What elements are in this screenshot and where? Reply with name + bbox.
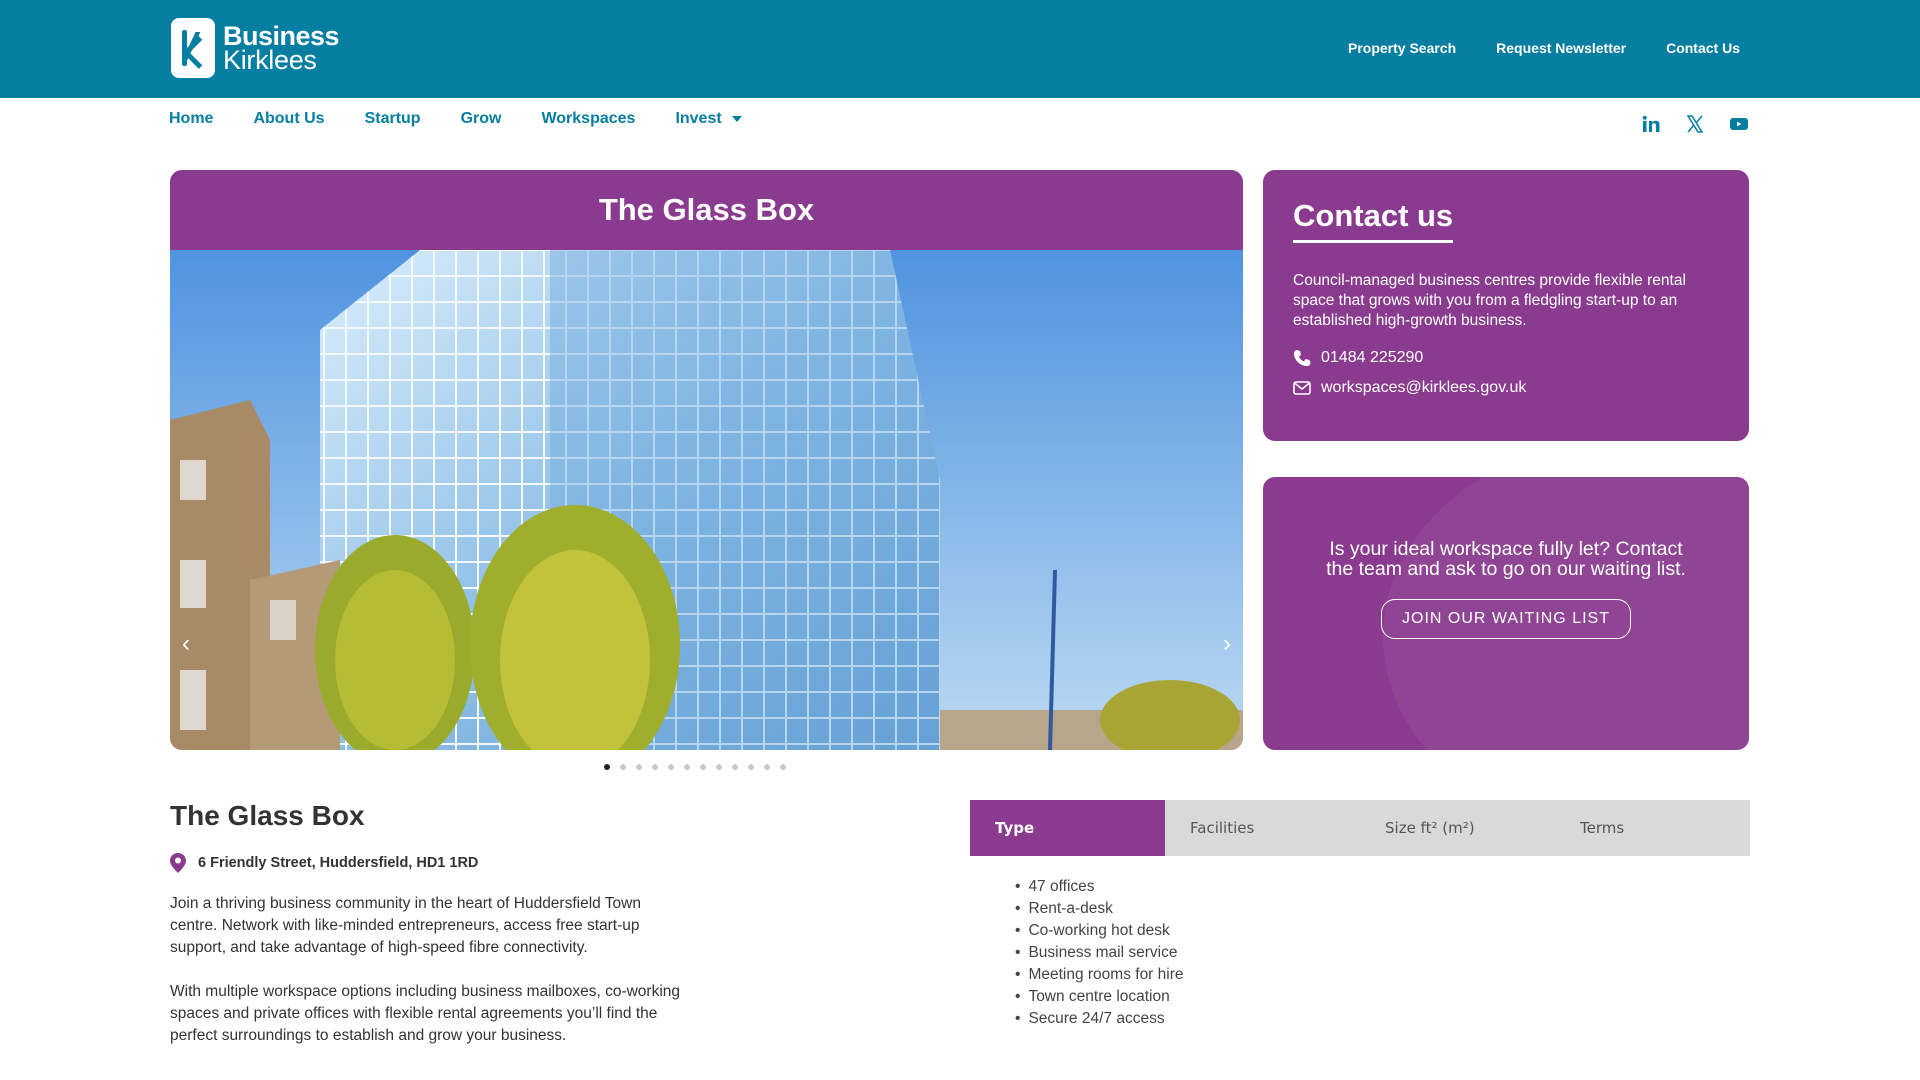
linkedin-icon[interactable] bbox=[1642, 115, 1660, 138]
contact-card: Contact us Council-managed business cent… bbox=[1263, 170, 1749, 441]
contact-us-link[interactable]: Contact Us bbox=[1666, 40, 1740, 56]
slider-dot[interactable] bbox=[764, 764, 770, 770]
slider-dot[interactable] bbox=[668, 764, 674, 770]
slider-dot[interactable] bbox=[636, 764, 642, 770]
list-item: Co-working hot desk bbox=[1015, 920, 1184, 942]
waiting-list-card: Is your ideal workspace fully let? Conta… bbox=[1263, 477, 1749, 750]
site-header: Business Kirklees Property Search Reques… bbox=[0, 0, 1920, 98]
tab-facilities[interactable]: Facilities bbox=[1165, 800, 1360, 856]
main-nav: Home About Us Startup Grow Workspaces In… bbox=[169, 110, 742, 128]
list-item: Business mail service bbox=[1015, 942, 1184, 964]
tab-type[interactable]: Type bbox=[970, 800, 1165, 856]
envelope-icon bbox=[1293, 381, 1311, 395]
location-pin-icon bbox=[170, 853, 186, 873]
hero-prev-arrow-icon[interactable]: ‹ bbox=[182, 630, 190, 658]
join-waiting-list-button[interactable]: JOIN OUR WAITING LIST bbox=[1381, 599, 1631, 639]
slider-dot[interactable] bbox=[700, 764, 706, 770]
contact-phone-row[interactable]: 01484 225290 bbox=[1293, 349, 1719, 367]
slider-dot[interactable] bbox=[620, 764, 626, 770]
list-item: Secure 24/7 access bbox=[1015, 1008, 1184, 1030]
type-feature-list: 47 offices Rent-a-desk Co-working hot de… bbox=[1015, 876, 1184, 1030]
slider-dot[interactable] bbox=[684, 764, 690, 770]
nav-grow[interactable]: Grow bbox=[461, 110, 502, 128]
hero-title-bar: The Glass Box bbox=[170, 170, 1243, 250]
nav-startup[interactable]: Startup bbox=[365, 110, 421, 128]
contact-phone: 01484 225290 bbox=[1321, 349, 1424, 366]
hero-slider: The Glass Box ‹ › bbox=[170, 170, 1243, 750]
logo-line2: Kirklees bbox=[223, 45, 317, 75]
property-description-1: Join a thriving business community in th… bbox=[170, 895, 641, 956]
glass-box-building-photo bbox=[170, 250, 1243, 750]
property-search-link[interactable]: Property Search bbox=[1348, 40, 1456, 56]
x-icon[interactable] bbox=[1686, 115, 1704, 138]
business-kirklees-logo[interactable]: Business Kirklees bbox=[171, 18, 340, 78]
property-address-text: 6 Friendly Street, Huddersfield, HD1 1RD bbox=[198, 855, 479, 871]
waiting-list-message: Is your ideal workspace fully let? Conta… bbox=[1326, 538, 1686, 580]
slider-dot[interactable] bbox=[604, 764, 610, 770]
contact-email-row[interactable]: workspaces@kirklees.gov.uk bbox=[1293, 379, 1719, 397]
request-newsletter-link[interactable]: Request Newsletter bbox=[1496, 40, 1626, 56]
list-item: Meeting rooms for hire bbox=[1015, 964, 1183, 986]
header-links: Property Search Request Newsletter Conta… bbox=[1348, 40, 1740, 56]
phone-icon bbox=[1294, 350, 1311, 366]
caret-down-icon bbox=[731, 116, 742, 122]
tab-size[interactable]: Size ft² (m²) bbox=[1360, 800, 1555, 856]
list-item: Rent-a-desk bbox=[1015, 898, 1184, 920]
slider-dot[interactable] bbox=[716, 764, 722, 770]
contact-email: workspaces@kirklees.gov.uk bbox=[1321, 379, 1527, 396]
nav-workspaces[interactable]: Workspaces bbox=[541, 110, 635, 128]
youtube-icon[interactable] bbox=[1730, 117, 1748, 136]
nav-invest[interactable]: Invest bbox=[675, 110, 742, 128]
list-item: Town centre location bbox=[1015, 986, 1184, 1008]
nav-about-us[interactable]: About Us bbox=[253, 110, 324, 128]
list-item: 47 offices bbox=[1015, 876, 1184, 898]
property-tabs: Type Facilities Size ft² (m²) Terms bbox=[970, 800, 1750, 856]
social-links bbox=[1642, 115, 1748, 138]
property-description-2: With multiple workspace options includin… bbox=[170, 983, 681, 1044]
tab-terms[interactable]: Terms bbox=[1555, 800, 1750, 856]
slider-dot[interactable] bbox=[748, 764, 754, 770]
nav-home[interactable]: Home bbox=[169, 110, 213, 128]
contact-title: Contact us bbox=[1293, 198, 1454, 243]
hero-title: The Glass Box bbox=[598, 192, 815, 227]
slider-dot[interactable] bbox=[652, 764, 658, 770]
nav-invest-label: Invest bbox=[675, 110, 722, 127]
property-address: 6 Friendly Street, Huddersfield, HD1 1RD bbox=[170, 853, 478, 873]
hero-next-arrow-icon[interactable]: › bbox=[1223, 630, 1231, 658]
property-title: The Glass Box bbox=[170, 800, 365, 831]
slider-dot[interactable] bbox=[732, 764, 738, 770]
slider-dot[interactable] bbox=[780, 764, 786, 770]
slider-dots bbox=[604, 764, 786, 770]
contact-description: Council-managed business centres provide… bbox=[1293, 272, 1686, 329]
logo-k-icon bbox=[171, 18, 215, 78]
